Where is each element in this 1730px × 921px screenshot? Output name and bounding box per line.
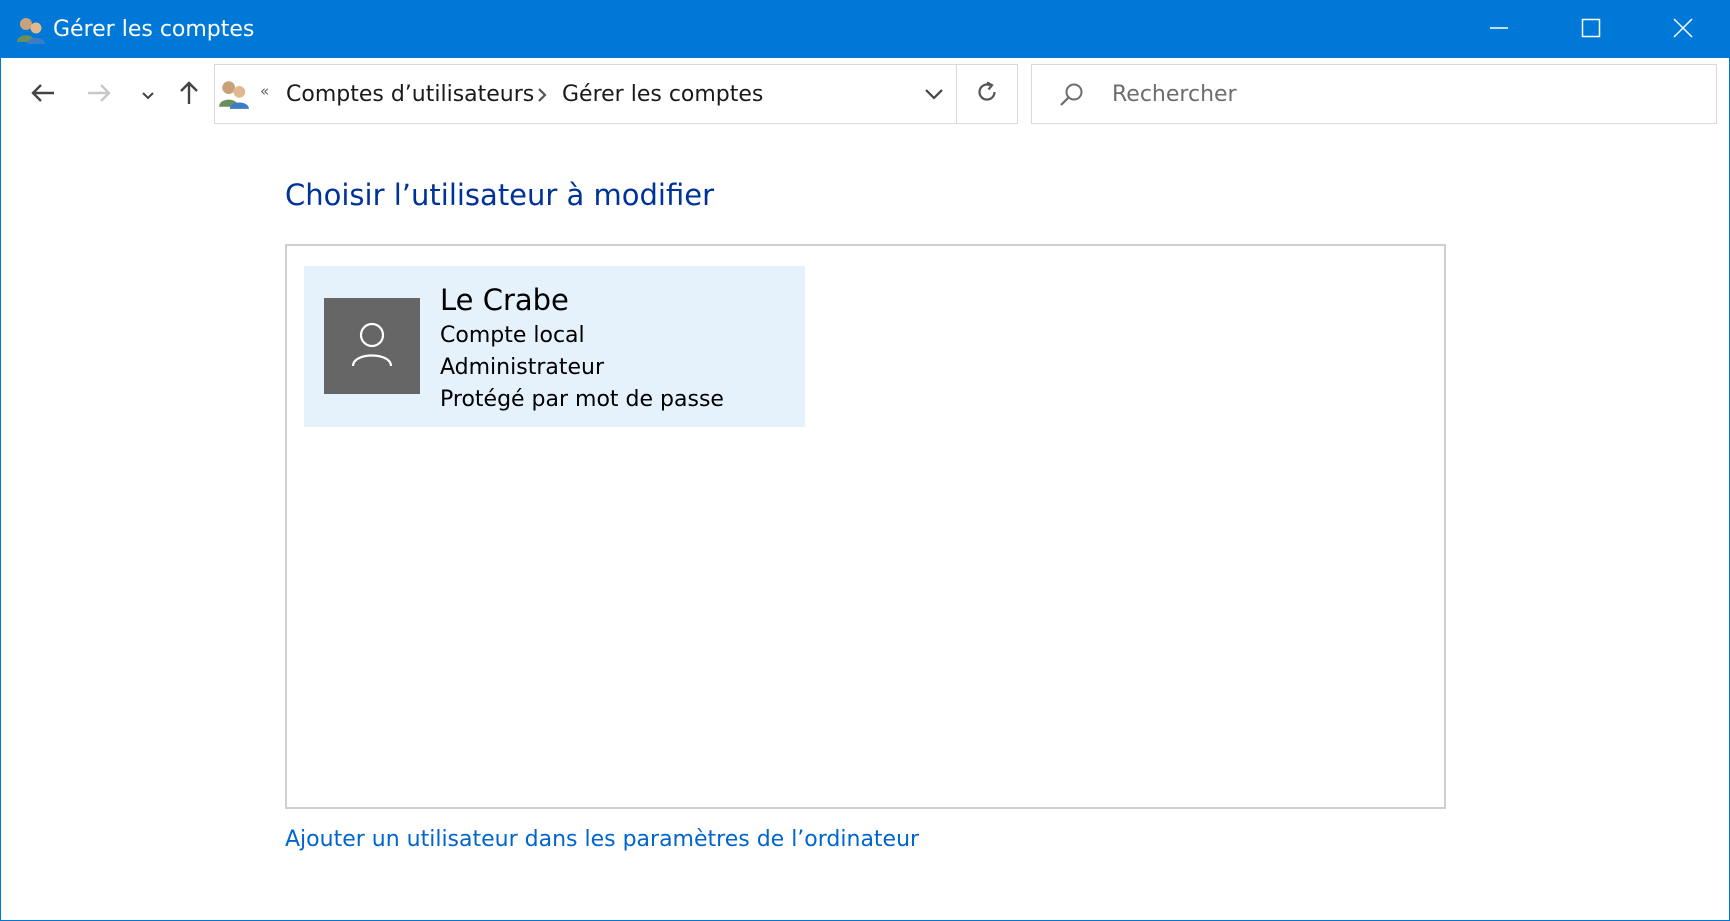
account-type: Compte local <box>440 323 585 348</box>
account-password-status: Protégé par mot de passe <box>440 387 724 412</box>
account-name: Le Crabe <box>440 283 569 317</box>
minimize-icon <box>1489 18 1509 42</box>
navigation-bar: « Comptes d’utilisateurs Gérer les compt… <box>1 58 1729 132</box>
recent-locations-button[interactable] <box>135 75 161 115</box>
up-button[interactable] <box>169 75 209 115</box>
account-role: Administrateur <box>440 355 604 380</box>
chevron-down-icon <box>924 85 944 104</box>
add-user-link[interactable]: Ajouter un utilisateur dans les paramètr… <box>285 825 919 855</box>
maximize-button[interactable] <box>1545 1 1637 58</box>
account-tile-le-crabe[interactable]: Le Crabe Compte local Administrateur Pro… <box>304 266 805 427</box>
back-button[interactable] <box>23 75 63 115</box>
address-overflow-button[interactable]: « <box>260 82 269 100</box>
minimize-button[interactable] <box>1453 1 1545 58</box>
avatar <box>324 298 420 394</box>
breadcrumb-manage-accounts[interactable]: Gérer les comptes <box>562 81 763 109</box>
forward-button[interactable] <box>79 75 119 115</box>
close-button[interactable] <box>1637 1 1729 58</box>
window-title: Gérer les comptes <box>53 17 255 42</box>
user-accounts-icon <box>16 15 46 45</box>
search-box[interactable] <box>1031 64 1717 124</box>
page-title: Choisir l’utilisateur à modifier <box>285 178 715 212</box>
address-bar[interactable]: « Comptes d’utilisateurs Gérer les compt… <box>214 64 1018 124</box>
user-accounts-icon <box>218 78 250 110</box>
arrow-left-icon <box>30 83 56 107</box>
maximize-icon <box>1581 18 1601 42</box>
refresh-icon <box>975 80 999 108</box>
search-icon <box>1058 81 1086 109</box>
chevron-down-icon <box>141 86 155 105</box>
address-dropdown-button[interactable] <box>912 65 956 123</box>
search-input[interactable] <box>1112 75 1692 113</box>
arrow-up-icon <box>178 80 200 110</box>
chevron-right-icon[interactable] <box>534 85 550 105</box>
manage-accounts-window: Gérer les comptes « Comptes d’utilisateu… <box>0 0 1730 921</box>
arrow-right-icon <box>86 83 112 107</box>
title-bar[interactable]: Gérer les comptes <box>1 1 1729 58</box>
refresh-button[interactable] <box>957 65 1017 123</box>
user-icon <box>350 320 394 372</box>
close-icon <box>1673 17 1693 42</box>
breadcrumb-user-accounts[interactable]: Comptes d’utilisateurs <box>286 81 534 109</box>
accounts-list: Le Crabe Compte local Administrateur Pro… <box>285 244 1446 809</box>
